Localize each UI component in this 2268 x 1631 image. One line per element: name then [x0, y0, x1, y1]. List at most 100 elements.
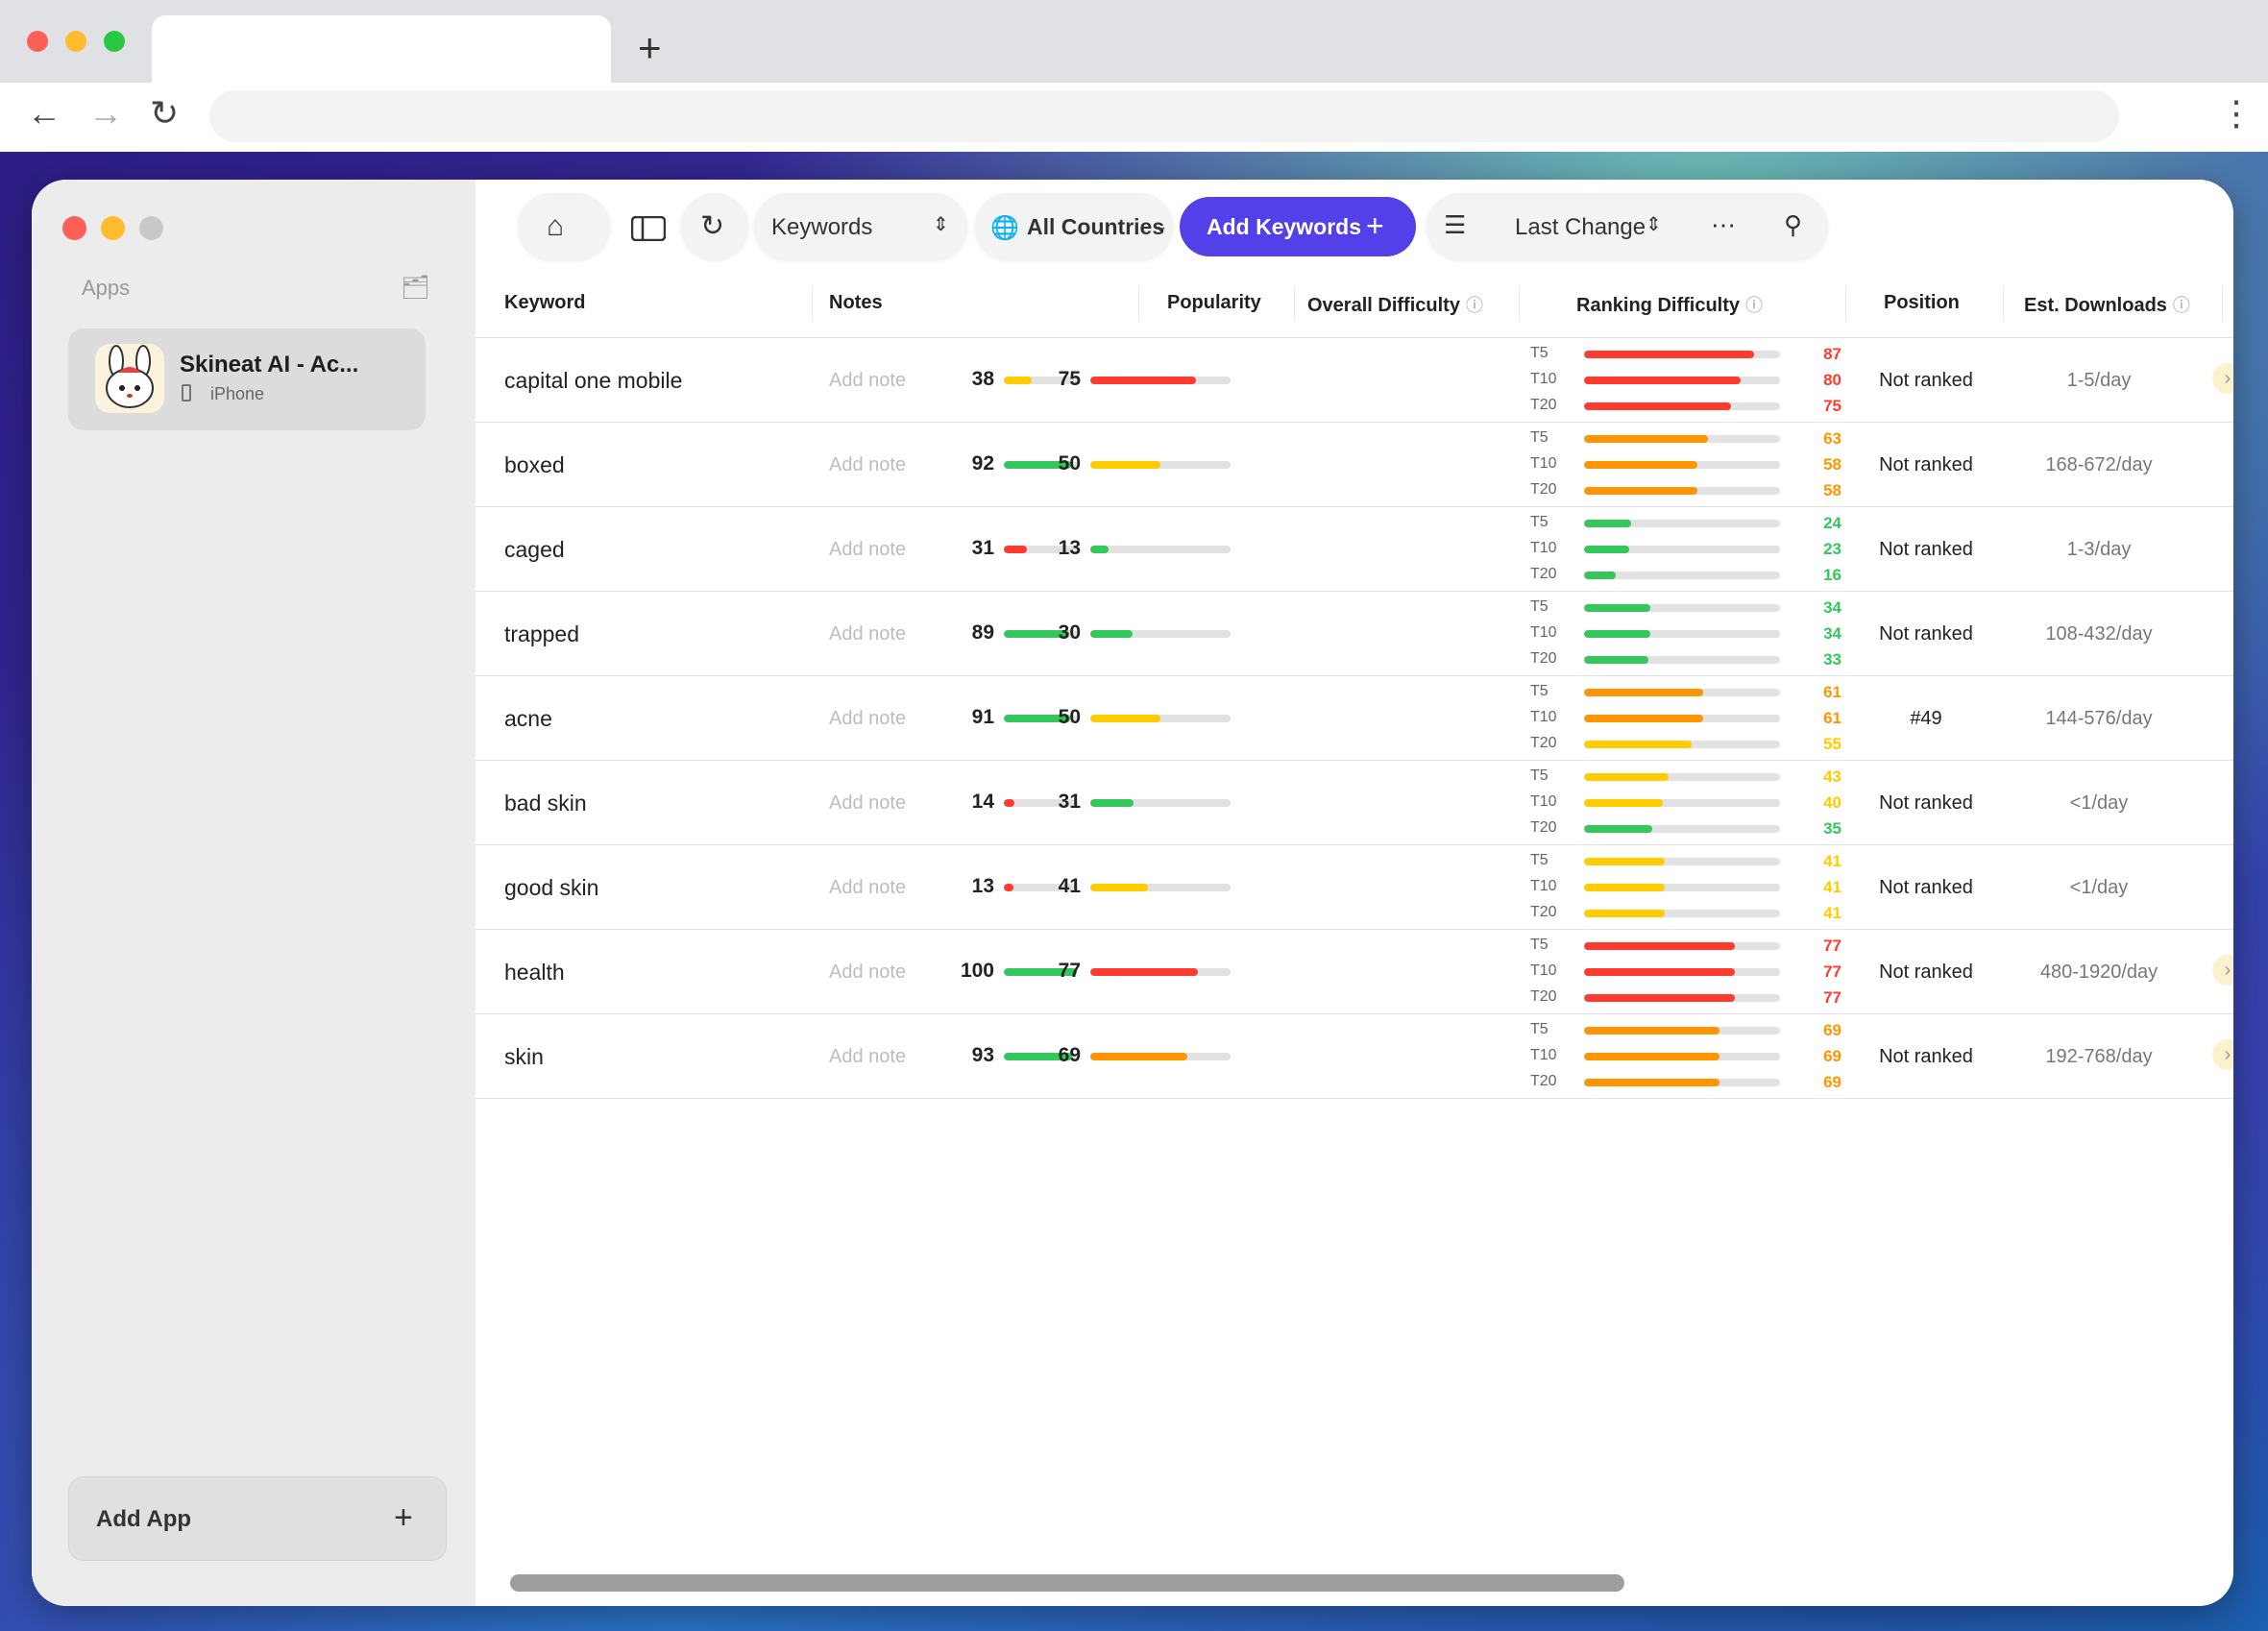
- ranking-t5-bar: [1584, 689, 1780, 696]
- app-close-button[interactable]: [62, 216, 86, 240]
- ranking-t10-bar-fill: [1584, 461, 1698, 469]
- est-downloads-cell: 1-5/day: [2066, 370, 2132, 391]
- keyword-table-body: capital one mobile Add note 38 75 T5 87 T10 80 T…: [476, 337, 2233, 1099]
- add-keywords-button[interactable]: Add Keywords +: [1180, 197, 1416, 256]
- overall-difficulty-bar-fill: [1090, 968, 1199, 976]
- col-keyword[interactable]: Keyword: [504, 292, 585, 314]
- info-icon[interactable]: ⓘ: [1466, 296, 1483, 315]
- ranking-t5-bar: [1584, 773, 1780, 781]
- arrow-left-icon[interactable]: ←: [27, 90, 61, 136]
- ranking-t20-bar: [1584, 825, 1780, 833]
- ranking-t5-bar-fill: [1584, 435, 1708, 443]
- ranking-t5-bar: [1584, 520, 1780, 527]
- table-row[interactable]: skin Add note 93 69 T5 69 T10 69 T20 69 Not ranked…: [476, 1013, 2233, 1099]
- table-row[interactable]: acne Add note 91 50 T5 61 T10 61 T20 55 #49 144-576…: [476, 675, 2233, 760]
- row-detail-chevron-icon[interactable]: ›: [2212, 955, 2233, 986]
- rank-tier-label: T10: [1530, 455, 1557, 472]
- overall-difficulty-bar: [1090, 546, 1231, 553]
- app-zoom-button[interactable]: [139, 216, 163, 240]
- rank-tier-label: T20: [1530, 1073, 1557, 1089]
- new-folder-icon[interactable]: 🗂: [401, 274, 429, 302]
- ranking-t20-value: 41: [1823, 904, 1841, 922]
- ranking-t20-bar-fill: [1584, 910, 1665, 917]
- position-cell: Not ranked: [1879, 454, 1973, 475]
- zoom-window-button[interactable]: [104, 31, 125, 52]
- rank-tier-label: T5: [1530, 683, 1549, 699]
- keyword-cell: good skin: [504, 875, 599, 900]
- col-ranking-difficulty[interactable]: Ranking Difficulty ⓘ: [1576, 292, 1763, 317]
- scrollbar-thumb[interactable]: [510, 1574, 1624, 1592]
- ranking-t20-bar: [1584, 656, 1780, 664]
- col-overall-difficulty[interactable]: Overall Difficulty ⓘ: [1307, 292, 1483, 317]
- overall-difficulty-value: 13: [1058, 537, 1081, 559]
- browser-tab[interactable]: [152, 15, 611, 83]
- table-row[interactable]: caged Add note 31 13 T5 24 T10 23 T20 16 Not ranke…: [476, 506, 2233, 591]
- ranking-t10-bar: [1584, 1053, 1780, 1060]
- est-downloads-cell: <1/day: [2069, 877, 2129, 898]
- ranking-t5-value: 69: [1823, 1021, 1841, 1039]
- home-button[interactable]: ⌂: [518, 193, 610, 260]
- search-icon[interactable]: ⚲: [1784, 210, 1802, 240]
- rank-tier-label: T10: [1530, 540, 1557, 556]
- ranking-t20-bar: [1584, 1079, 1780, 1086]
- overall-difficulty-value: 41: [1058, 875, 1081, 897]
- popularity-bar-fill: [1004, 884, 1013, 891]
- row-detail-chevron-icon[interactable]: ›: [2212, 363, 2233, 394]
- est-downloads-cell: 108-432/day: [2045, 623, 2153, 645]
- info-icon[interactable]: ⓘ: [2173, 296, 2190, 315]
- table-row[interactable]: health Add note 100 77 T5 77 T10 77 T20 77 Not ran…: [476, 929, 2233, 1013]
- add-keywords-label: Add Keywords: [1207, 214, 1362, 239]
- kebab-icon[interactable]: ⋮: [2219, 90, 2254, 136]
- ranking-t10-bar-fill: [1584, 1053, 1719, 1060]
- sidebar-app-item[interactable]: Skineat AI - Ac... iPhone: [68, 329, 426, 430]
- rank-tier-label: T10: [1530, 962, 1557, 979]
- rank-tier-label: T5: [1530, 429, 1549, 446]
- filter-icon[interactable]: ☰: [1444, 210, 1466, 240]
- reload-icon[interactable]: ↻: [150, 90, 179, 136]
- overall-difficulty-bar-fill: [1090, 884, 1148, 891]
- minimize-window-button[interactable]: [65, 31, 86, 52]
- table-row[interactable]: trapped Add note 89 30 T5 34 T10 34 T20 33 Not ran…: [476, 591, 2233, 675]
- horizontal-scrollbar[interactable]: [476, 1574, 2233, 1592]
- overall-difficulty-value: 69: [1058, 1044, 1081, 1066]
- view-select[interactable]: Keywords ⇕: [754, 193, 967, 260]
- ranking-t10-bar: [1584, 715, 1780, 722]
- col-popularity[interactable]: Popularity: [1167, 292, 1261, 314]
- app-minimize-button[interactable]: [101, 216, 125, 240]
- address-bar[interactable]: [209, 90, 2119, 142]
- add-app-label: Add App: [96, 1506, 192, 1532]
- country-select[interactable]: 🌐 All Countries ⌄: [975, 193, 1173, 260]
- ranking-t20-bar-fill: [1584, 656, 1649, 664]
- sort-select[interactable]: Last Change: [1515, 214, 1646, 241]
- overall-difficulty-bar-fill: [1090, 546, 1109, 553]
- popularity-value: 91: [971, 706, 994, 728]
- info-icon[interactable]: ⓘ: [1745, 296, 1763, 315]
- more-options-icon[interactable]: ⋯: [1711, 210, 1736, 240]
- ranking-t10-value: 23: [1823, 540, 1841, 558]
- row-detail-chevron-icon[interactable]: ›: [2212, 1039, 2233, 1070]
- col-position[interactable]: Position: [1884, 292, 1960, 314]
- rank-tier-label: T5: [1530, 1021, 1549, 1037]
- rank-tier-label: T10: [1530, 624, 1557, 641]
- ranking-t10-bar-fill: [1584, 884, 1665, 891]
- close-window-button[interactable]: [27, 31, 48, 52]
- refresh-button[interactable]: ↻: [681, 193, 748, 260]
- ranking-t10-bar: [1584, 884, 1780, 891]
- ranking-t20-bar-fill: [1584, 1079, 1719, 1086]
- col-notes[interactable]: Notes: [829, 292, 883, 314]
- ranking-t5-bar-fill: [1584, 689, 1704, 696]
- col-est-downloads[interactable]: Est. Downloads ⓘ: [2024, 292, 2190, 317]
- new-tab-button[interactable]: +: [638, 25, 662, 71]
- arrow-right-icon[interactable]: →: [88, 90, 123, 136]
- table-row[interactable]: good skin Add note 13 41 T5 41 T10 41 T20 41 Not r…: [476, 844, 2233, 929]
- toggle-sidebar-button[interactable]: [600, 193, 693, 260]
- table-row[interactable]: boxed Add note 92 50 T5 63 T10 58 T20 58 Not ranke…: [476, 422, 2233, 506]
- table-row[interactable]: bad skin Add note 14 31 T5 43 T10 40 T20 35 Not ra…: [476, 760, 2233, 844]
- popularity-value: 89: [971, 621, 994, 644]
- table-row[interactable]: capital one mobile Add note 38 75 T5 87 T10 80 T…: [476, 337, 2233, 422]
- ranking-t10-value: 80: [1823, 371, 1841, 389]
- ranking-t20-bar: [1584, 910, 1780, 917]
- add-app-button[interactable]: Add App +: [68, 1476, 447, 1561]
- ranking-t10-bar-fill: [1584, 546, 1629, 553]
- ranking-t10-bar-fill: [1584, 630, 1651, 638]
